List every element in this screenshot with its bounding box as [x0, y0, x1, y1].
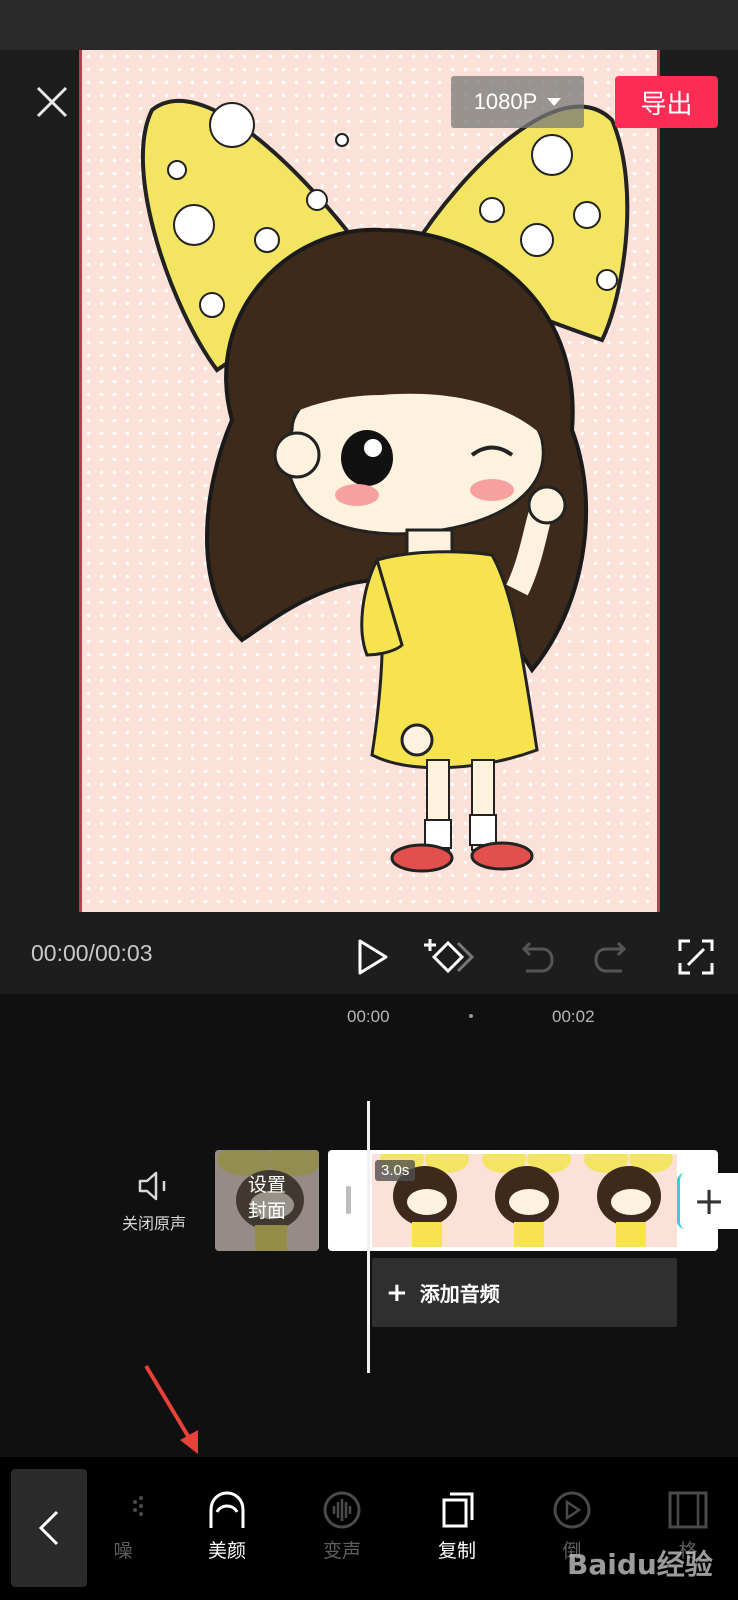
video-preview[interactable] [79, 50, 660, 912]
chevron-left-icon [38, 1510, 59, 1546]
toolbar-item-beauty[interactable]: 美颜 [182, 1490, 272, 1580]
play-button[interactable] [350, 935, 394, 979]
beauty-icon [209, 1491, 245, 1528]
fullscreen-icon [678, 939, 714, 975]
voice-change-icon [323, 1491, 361, 1529]
toolbar-item-label: 美颜 [207, 1540, 246, 1562]
undo-button[interactable] [512, 935, 556, 979]
timeline-tick-dot [469, 1014, 473, 1018]
close-button[interactable] [32, 82, 72, 122]
toolbar-item-label: 噪 [113, 1540, 133, 1562]
add-audio-label: 添加音频 [419, 1282, 500, 1306]
playhead[interactable] [367, 1101, 370, 1373]
keyframe-icon [424, 939, 475, 974]
add-clip-button[interactable]: + [677, 1173, 738, 1229]
mute-original-sound-label: 关闭原声 [121, 1214, 186, 1233]
back-button[interactable] [11, 1469, 87, 1587]
cartoon-girl-image [140, 98, 630, 873]
redo-button[interactable] [592, 935, 636, 979]
toolbar-item-voice-change[interactable]: 变声 [297, 1490, 387, 1580]
undo-icon [521, 941, 554, 973]
toolbar-item-label: 复制 [437, 1540, 476, 1562]
denoise-icon [133, 1496, 143, 1516]
timeline-tick: 00:02 [552, 1007, 595, 1026]
toolbar-item-denoise[interactable]: 噪 [78, 1490, 168, 1580]
clip-duration-badge: 3.0s [375, 1160, 416, 1181]
set-cover-label: 设置 封面 [215, 1172, 319, 1224]
time-display: 00:00/00:03 [31, 940, 153, 966]
toolbar-item-label: 变声 [322, 1540, 361, 1562]
clip-left-handle[interactable] [346, 1186, 351, 1214]
close-icon [36, 86, 68, 118]
plus-icon: + [386, 1277, 408, 1308]
frame-icon [668, 1491, 708, 1529]
timeline-tick: 00:00 [347, 1007, 390, 1026]
export-button[interactable]: 导出 [615, 76, 718, 128]
set-cover-label-line: 封面 [247, 1200, 286, 1222]
set-cover-button[interactable]: 设置 封面 [215, 1150, 319, 1251]
clip-frame [482, 1154, 571, 1247]
resolution-dropdown[interactable]: 1080P [451, 76, 584, 128]
resolution-label: 1080P [473, 89, 538, 114]
add-audio-button[interactable]: + 添加音频 [372, 1258, 677, 1327]
clip-frame-thumbnails [380, 1154, 673, 1247]
keyframe-button[interactable] [424, 935, 478, 979]
redo-icon [594, 941, 627, 973]
annotation-arrow [144, 1364, 198, 1454]
caret-down-icon [547, 98, 562, 106]
clip-frames [372, 1154, 677, 1247]
clip-frame [584, 1154, 673, 1247]
mute-original-sound-button[interactable]: 关闭原声 [104, 1170, 204, 1244]
plus-icon: + [693, 1179, 725, 1223]
play-icon [358, 939, 388, 975]
reverse-icon [553, 1491, 591, 1529]
set-cover-label-line: 设置 [247, 1174, 286, 1196]
status-bar [0, 0, 738, 50]
copy-icon [442, 1492, 474, 1528]
fullscreen-button[interactable] [674, 935, 718, 979]
speaker-icon [138, 1171, 166, 1201]
toolbar-item-copy[interactable]: 复制 [412, 1490, 502, 1580]
watermark: Baidu经验 [567, 1548, 713, 1581]
